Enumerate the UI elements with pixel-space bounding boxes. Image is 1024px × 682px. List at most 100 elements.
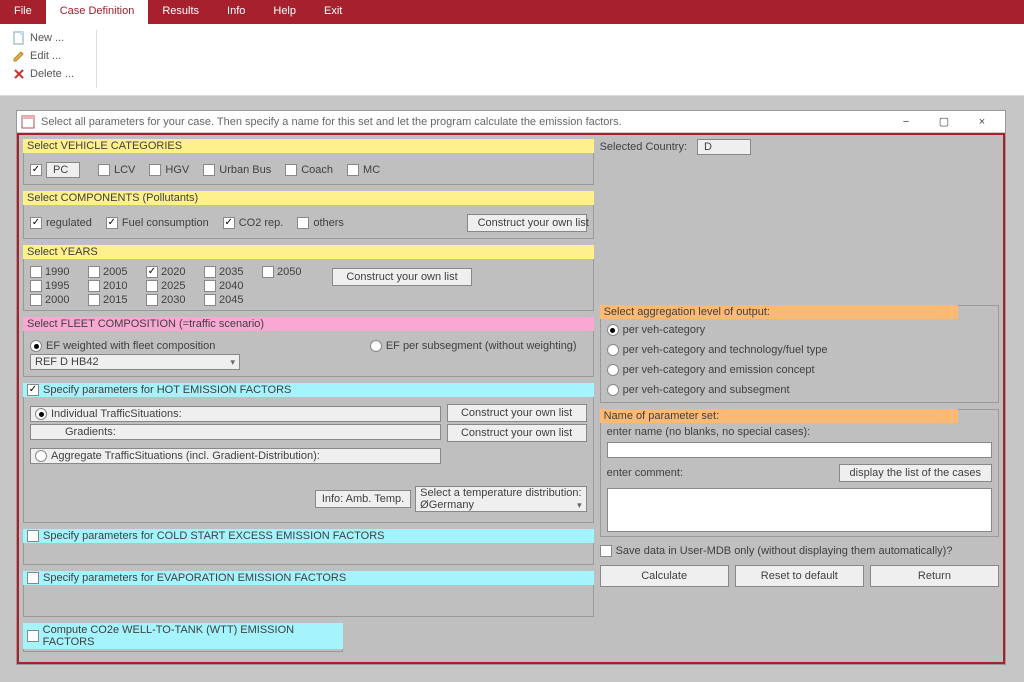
menu-results[interactable]: Results bbox=[148, 0, 213, 24]
lbl-year-2030: 2030 bbox=[161, 294, 185, 306]
ribbon: New ... Edit ... Delete ... bbox=[0, 24, 1024, 96]
lbl-selected-country: Selected Country: bbox=[600, 141, 687, 153]
chk-hgv[interactable] bbox=[149, 164, 161, 176]
lbl-agg-0: per veh-category bbox=[623, 324, 706, 336]
ribbon-delete[interactable]: Delete ... bbox=[8, 66, 78, 82]
chk-year-1995[interactable] bbox=[30, 280, 42, 292]
legend-wtt: Compute CO2e WELL-TO-TANK (WTT) EMISSION… bbox=[23, 623, 343, 649]
chevron-down-icon: ▾ bbox=[577, 500, 582, 511]
window-title: Select all parameters for your case. The… bbox=[41, 116, 887, 128]
radio-agg-1[interactable] bbox=[607, 344, 619, 356]
window-close[interactable]: × bbox=[963, 111, 1001, 133]
chk-lcv[interactable] bbox=[98, 164, 110, 176]
chk-year-2040[interactable] bbox=[204, 280, 216, 292]
row-hot-individual: Individual TrafficSituations: bbox=[30, 406, 441, 422]
val-selected-country: D bbox=[697, 139, 751, 155]
menu-case-definition[interactable]: Case Definition bbox=[46, 0, 149, 24]
menu-exit[interactable]: Exit bbox=[310, 0, 356, 24]
chk-others[interactable] bbox=[297, 217, 309, 229]
aggregation-options: per veh-categoryper veh-category and tec… bbox=[607, 312, 992, 398]
radio-agg-3[interactable] bbox=[607, 384, 619, 396]
menu-help[interactable]: Help bbox=[259, 0, 310, 24]
chk-year-2000[interactable] bbox=[30, 294, 42, 306]
lbl-year-1990: 1990 bbox=[45, 266, 69, 278]
btn-years-own-list[interactable]: Construct your own list bbox=[332, 268, 472, 286]
legend-components: Select COMPONENTS (Pollutants) bbox=[23, 191, 594, 205]
lbl-hot-individual: Individual TrafficSituations: bbox=[51, 408, 182, 420]
chk-regulated[interactable]: ✓ bbox=[30, 217, 42, 229]
chk-year-2005[interactable] bbox=[88, 266, 100, 278]
left-column: Select VEHICLE CATEGORIES ✓ PC LCV HGV U… bbox=[23, 139, 594, 658]
lbl-enter-name: enter name (no blanks, no special cases)… bbox=[607, 426, 992, 438]
radio-fleet-subsegment[interactable] bbox=[370, 340, 382, 352]
chk-year-2030[interactable] bbox=[146, 294, 158, 306]
chk-year-2045[interactable] bbox=[204, 294, 216, 306]
lbl-fleet-subsegment: EF per subsegment (without weighting) bbox=[386, 340, 577, 352]
ribbon-edit[interactable]: Edit ... bbox=[8, 48, 78, 64]
btn-hot-list-2[interactable]: Construct your own list bbox=[447, 424, 587, 442]
chk-year-2020[interactable]: ✓ bbox=[146, 266, 158, 278]
legend-fleet: Select FLEET COMPOSITION (=traffic scena… bbox=[23, 317, 594, 331]
btn-hot-list-1[interactable]: Construct your own list bbox=[447, 404, 587, 422]
titlebar: Select all parameters for your case. The… bbox=[17, 111, 1005, 133]
btn-info-ambtemp[interactable]: Info: Amb. Temp. bbox=[315, 490, 411, 508]
chevron-down-icon: ▾ bbox=[230, 357, 235, 368]
row-hot-aggregate: Aggregate TrafficSituations (incl. Gradi… bbox=[30, 448, 441, 464]
lbl-co2: CO2 rep. bbox=[239, 217, 284, 229]
menu-info[interactable]: Info bbox=[213, 0, 259, 24]
edit-icon bbox=[12, 49, 26, 63]
radio-fleet-weighted[interactable] bbox=[30, 340, 42, 352]
chk-save-usermdb[interactable] bbox=[600, 545, 612, 557]
window-maximize[interactable]: ▢ bbox=[925, 111, 963, 133]
fieldset-components: Select COMPONENTS (Pollutants) ✓regulate… bbox=[23, 191, 594, 239]
chk-year-2010[interactable] bbox=[88, 280, 100, 292]
select-temp-dist[interactable]: ØGermany ▾ bbox=[420, 499, 581, 511]
chk-year-2025[interactable] bbox=[146, 280, 158, 292]
chk-year-2015[interactable] bbox=[88, 294, 100, 306]
legend-years: Select YEARS bbox=[23, 245, 594, 259]
input-case-name[interactable] bbox=[607, 442, 992, 458]
chk-evap[interactable] bbox=[27, 572, 39, 584]
window-minimize[interactable]: − bbox=[887, 111, 925, 133]
chk-hot[interactable]: ✓ bbox=[27, 384, 39, 396]
btn-return[interactable]: Return bbox=[870, 565, 999, 587]
fieldset-vehicle-categories: Select VEHICLE CATEGORIES ✓ PC LCV HGV U… bbox=[23, 139, 594, 185]
select-fleet-scenario[interactable]: REF D HB42 ▾ bbox=[30, 354, 240, 370]
chk-fuel[interactable]: ✓ bbox=[106, 217, 118, 229]
year-grid: 19902005✓2020203520501995201020252040200… bbox=[30, 266, 312, 306]
chk-year-2050[interactable] bbox=[262, 266, 274, 278]
chk-wtt[interactable] bbox=[27, 630, 39, 642]
ribbon-new[interactable]: New ... bbox=[8, 30, 78, 46]
chk-co2[interactable]: ✓ bbox=[223, 217, 235, 229]
lbl-mc: MC bbox=[363, 164, 380, 176]
lbl-pc: PC bbox=[46, 162, 80, 178]
lbl-others: others bbox=[313, 217, 344, 229]
btn-components-own-list[interactable]: Construct your own list bbox=[467, 214, 587, 232]
fieldset-hot: ✓ Specify parameters for HOT EMISSION FA… bbox=[23, 383, 594, 523]
radio-hot-individual[interactable] bbox=[35, 408, 47, 420]
lbl-hot: Specify parameters for HOT EMISSION FACT… bbox=[43, 384, 291, 396]
menu-file[interactable]: File bbox=[0, 0, 46, 24]
chk-mc[interactable] bbox=[347, 164, 359, 176]
chk-urbanbus[interactable] bbox=[203, 164, 215, 176]
lbl-hot-aggregate: Aggregate TrafficSituations (incl. Gradi… bbox=[51, 450, 320, 462]
chk-cold[interactable] bbox=[27, 530, 39, 542]
menubar: File Case Definition Results Info Help E… bbox=[0, 0, 1024, 24]
radio-hot-aggregate[interactable] bbox=[35, 450, 47, 462]
fieldset-evap: Specify parameters for EVAPORATION EMISS… bbox=[23, 571, 594, 617]
input-comment[interactable] bbox=[607, 488, 992, 532]
lbl-enter-comment: enter comment: bbox=[607, 467, 683, 479]
btn-calculate[interactable]: Calculate bbox=[600, 565, 729, 587]
legend-evap: Specify parameters for EVAPORATION EMISS… bbox=[23, 571, 594, 585]
chk-coach[interactable] bbox=[285, 164, 297, 176]
btn-reset[interactable]: Reset to default bbox=[735, 565, 864, 587]
radio-agg-0[interactable] bbox=[607, 324, 619, 336]
chk-pc[interactable]: ✓ bbox=[30, 164, 42, 176]
chk-year-1990[interactable] bbox=[30, 266, 42, 278]
fieldset-years: Select YEARS 19902005✓202020352050199520… bbox=[23, 245, 594, 311]
btn-display-list[interactable]: display the list of the cases bbox=[839, 464, 992, 482]
chk-year-2035[interactable] bbox=[204, 266, 216, 278]
lbl-hgv: HGV bbox=[165, 164, 189, 176]
radio-agg-2[interactable] bbox=[607, 364, 619, 376]
lbl-evap: Specify parameters for EVAPORATION EMISS… bbox=[43, 572, 346, 584]
